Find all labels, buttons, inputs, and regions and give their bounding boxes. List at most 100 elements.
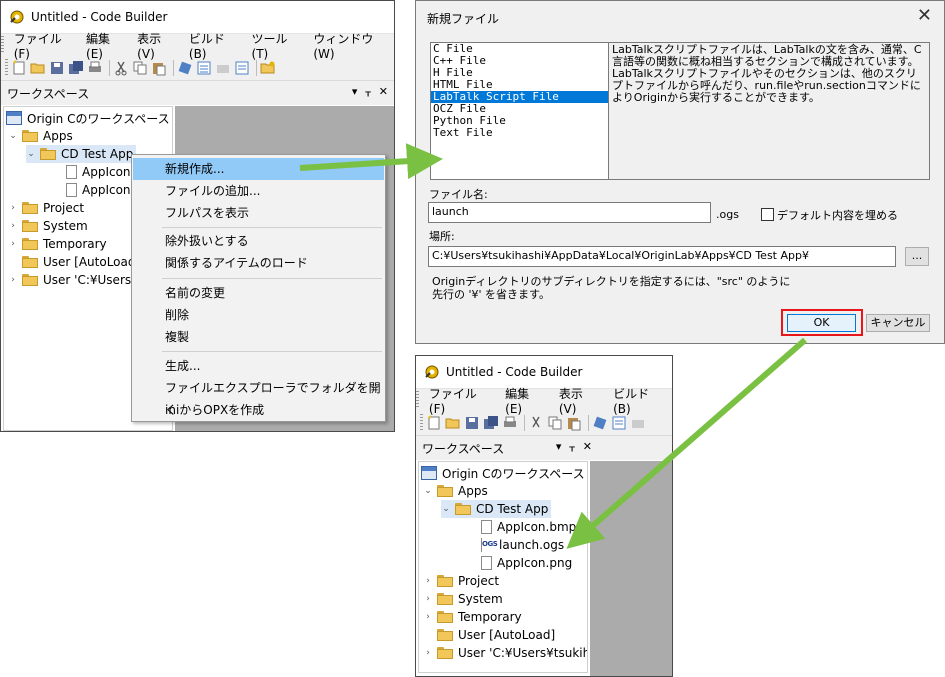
menu-item-open-in-explorer[interactable]: ファイルエクスプローラでフォルダを開く — [133, 377, 384, 417]
file-type-list[interactable]: C File C++ File H File HTML File LabTalk… — [430, 42, 615, 180]
menu-grip[interactable] — [416, 391, 419, 409]
menu-view[interactable]: 表示(V) — [552, 385, 606, 416]
browse-button[interactable]: ... — [905, 247, 929, 266]
copy-icon[interactable] — [132, 60, 149, 76]
stop-build-icon[interactable] — [630, 415, 647, 431]
menu-item-generate[interactable]: 生成... — [133, 355, 384, 377]
toolbar-grip[interactable] — [420, 414, 423, 432]
close-icon[interactable]: ✕ — [917, 5, 932, 26]
tree-item-appicon-png[interactable]: AppIcon.png — [481, 554, 572, 572]
print-icon[interactable] — [87, 60, 104, 76]
tree-item-temporary[interactable]: › Temporary — [423, 608, 521, 626]
open-folder-icon[interactable] — [30, 60, 47, 76]
menu-item-show-full-path[interactable]: フルパスを表示 — [133, 202, 384, 224]
tree-item-workspace[interactable]: Origin Cのワークスペース — [6, 109, 170, 127]
cut-icon[interactable] — [528, 415, 545, 431]
save-icon[interactable] — [464, 415, 481, 431]
menu-item-new[interactable]: 新規作成... — [133, 158, 384, 180]
panel-dropdown-icon[interactable]: ▾ — [556, 440, 562, 453]
tree-item-apps[interactable]: ⌄ Apps — [8, 127, 72, 145]
new-file-icon[interactable] — [426, 415, 443, 431]
copy-icon[interactable] — [547, 415, 564, 431]
tree-item-apps[interactable]: ⌄ Apps — [423, 482, 487, 500]
tree-item-user-path[interactable]: › User 'C:¥Users¥ts — [8, 271, 150, 289]
compile-icon[interactable] — [592, 415, 609, 431]
menu-item-duplicate[interactable]: 複製 — [133, 326, 384, 348]
menu-tools[interactable]: ツール(T) — [245, 30, 307, 61]
filename-input[interactable]: launch — [428, 202, 711, 223]
tree-item-project[interactable]: › Project — [423, 572, 499, 590]
tree-item-cd-test-app[interactable]: ⌄ CD Test App — [441, 500, 552, 518]
tree-item-appicon-bmp[interactable]: AppIcon.bmp — [481, 518, 576, 536]
menu-edit[interactable]: 編集(E) — [79, 30, 130, 61]
tree-item-appicon[interactable]: AppIcon — [66, 181, 131, 199]
tree-item-temporary[interactable]: › Temporary — [8, 235, 106, 253]
location-input[interactable]: C:¥Users¥tsukihashi¥AppData¥Local¥Origin… — [428, 246, 896, 267]
menu-window[interactable]: ウィンドウ(W) — [306, 30, 394, 61]
default-content-checkbox[interactable] — [761, 208, 774, 221]
chevron-down-icon[interactable]: ⌄ — [441, 504, 451, 514]
folder-icon — [22, 202, 38, 214]
paste-icon[interactable] — [151, 60, 168, 76]
tree-item-cd-test-app[interactable]: ⌄ CD Test App — [26, 145, 137, 163]
tree-item-user-autoload[interactable]: User [AutoLoad] — [437, 626, 555, 644]
save-all-icon[interactable] — [483, 415, 500, 431]
workspace-panel-header: ワークスペース ▾ ᚁ ✕ — [416, 436, 672, 460]
tree-label: Project — [43, 201, 85, 215]
print-icon[interactable] — [502, 415, 519, 431]
tree-item-user-autoload[interactable]: User [AutoLoad — [22, 253, 136, 271]
tree-item-launch-ogs[interactable]: OGS launch.ogs — [481, 536, 564, 554]
chevron-down-icon[interactable]: ⌄ — [423, 486, 433, 496]
build-icon[interactable] — [611, 415, 628, 431]
chevron-down-icon[interactable]: ⌄ — [26, 149, 36, 159]
list-item[interactable]: Text File — [431, 127, 614, 139]
chevron-right-icon[interactable]: › — [423, 648, 433, 658]
panel-pin-icon[interactable]: ᚁ — [365, 85, 370, 98]
panel-dropdown-icon[interactable]: ▾ — [352, 85, 358, 98]
panel-close-icon[interactable]: ✕ — [379, 85, 388, 98]
tree-item-project[interactable]: › Project — [8, 199, 84, 217]
menu-build[interactable]: ビルド(B) — [182, 30, 245, 61]
tree-item-user-path[interactable]: › User 'C:¥Users¥tsukihasl — [423, 644, 587, 662]
build-icon[interactable] — [196, 60, 213, 76]
rebuild-icon[interactable] — [234, 60, 251, 76]
save-icon[interactable] — [49, 60, 66, 76]
menu-edit[interactable]: 編集(E) — [498, 385, 552, 416]
paste-icon[interactable] — [566, 415, 583, 431]
menu-grip[interactable] — [1, 36, 4, 54]
chevron-right-icon[interactable]: › — [8, 275, 18, 285]
open-folder-icon[interactable] — [445, 415, 462, 431]
open-workspace-icon[interactable] — [260, 60, 277, 76]
tree-item-system[interactable]: › System — [423, 590, 503, 608]
menu-item-rename[interactable]: 名前の変更 — [133, 282, 384, 304]
chevron-right-icon[interactable]: › — [8, 221, 18, 231]
save-all-icon[interactable] — [68, 60, 85, 76]
panel-close-icon[interactable]: ✕ — [583, 440, 592, 453]
menu-item-add-file[interactable]: ファイルの追加... — [133, 180, 384, 202]
cut-icon[interactable] — [113, 60, 130, 76]
menu-item-create-opx[interactable]: iniからOPXを作成 — [133, 399, 384, 421]
stop-build-icon[interactable] — [215, 60, 232, 76]
menu-item-load-related[interactable]: 関係するアイテムのロード — [133, 252, 384, 274]
chevron-right-icon[interactable]: › — [423, 576, 433, 586]
chevron-right-icon[interactable]: › — [8, 203, 18, 213]
tree-item-appicon[interactable]: AppIcon — [66, 163, 131, 181]
menu-build[interactable]: ビルド(B) — [606, 385, 672, 416]
toolbar-grip[interactable] — [5, 59, 8, 77]
panel-pin-icon[interactable]: ᚁ — [569, 440, 574, 453]
chevron-right-icon[interactable]: › — [423, 612, 433, 622]
compile-icon[interactable] — [177, 60, 194, 76]
tree-item-workspace[interactable]: Origin Cのワークスペース — [421, 464, 585, 482]
chevron-right-icon[interactable]: › — [423, 594, 433, 604]
menu-item-exclude[interactable]: 除外扱いとする — [133, 230, 384, 252]
cancel-button[interactable]: キャンセル — [866, 314, 930, 332]
menu-item-delete[interactable]: 削除 — [133, 304, 384, 326]
new-file-icon[interactable] — [11, 60, 28, 76]
chevron-down-icon[interactable]: ⌄ — [8, 131, 18, 141]
menu-view[interactable]: 表示(V) — [130, 30, 182, 61]
folder-open-icon — [437, 485, 453, 497]
tree-item-system[interactable]: › System — [8, 217, 88, 235]
menu-file[interactable]: ファイル(F) — [7, 30, 79, 61]
menu-file[interactable]: ファイル(F) — [422, 385, 498, 416]
chevron-right-icon[interactable]: › — [8, 239, 18, 249]
